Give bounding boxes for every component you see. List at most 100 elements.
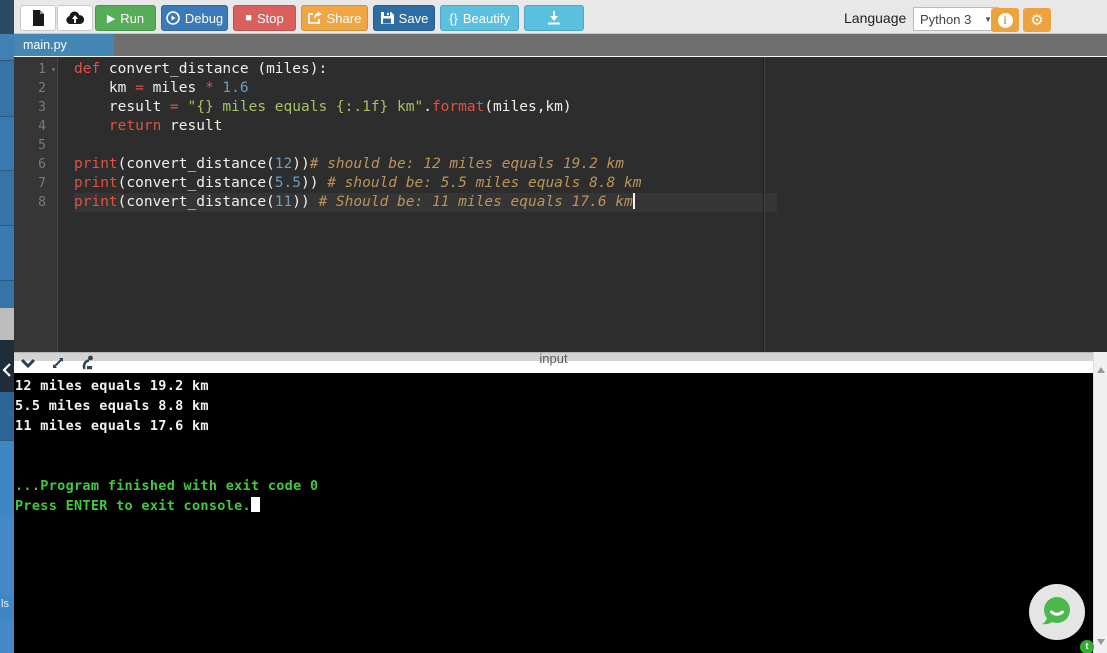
code-line[interactable]: km = miles * 1.6 — [74, 79, 777, 98]
console-cursor — [251, 497, 260, 512]
text-caret — [633, 193, 635, 209]
code-token: print — [74, 156, 118, 172]
language-select[interactable]: Python 3 ▼ — [913, 7, 999, 31]
run-button[interactable]: ▶ Run — [95, 5, 156, 31]
collapse-sidebar-button[interactable] — [0, 348, 14, 392]
code-token — [74, 118, 109, 134]
code-line[interactable] — [74, 136, 777, 155]
app-window: ls ▶ Run Debug ■ Stop — [0, 0, 1107, 653]
save-floppy-icon — [380, 11, 394, 25]
scrollbar-down-icon[interactable] — [1097, 639, 1105, 645]
sidebar-segment — [0, 170, 14, 225]
debug-button[interactable]: Debug — [161, 5, 228, 31]
console-expand-icon[interactable] — [50, 355, 66, 371]
new-file-button[interactable] — [20, 5, 56, 31]
beautify-button[interactable]: {} Beautify — [440, 5, 519, 31]
console-output-line — [15, 456, 1093, 476]
code-line[interactable]: def convert_distance (miles): — [74, 60, 777, 79]
line-number: 7 — [14, 174, 57, 193]
scrollbar-up-icon[interactable] — [1097, 367, 1105, 373]
code-token: * — [205, 80, 214, 96]
debug-play-circle-icon — [166, 11, 180, 25]
braces-icon: {} — [449, 11, 458, 26]
stop-square-icon: ■ — [245, 12, 252, 24]
sidebar-segment — [0, 622, 14, 653]
cloud-upload-icon — [66, 11, 84, 25]
language-selected-value: Python 3 — [920, 12, 971, 27]
code-token: )) — [292, 194, 318, 210]
settings-button[interactable]: ⚙ — [1023, 8, 1051, 32]
debug-button-label: Debug — [185, 11, 223, 26]
stdin-input-field[interactable] — [14, 361, 1093, 373]
console-output-line: 5.5 miles equals 8.8 km — [15, 396, 1093, 416]
console-output[interactable]: 12 miles equals 19.2 km5.5 miles equals … — [14, 373, 1093, 653]
upload-button[interactable] — [57, 5, 93, 31]
sidebar-partial-label[interactable]: ls — [1, 598, 9, 610]
run-button-label: Run — [120, 11, 144, 26]
download-button[interactable] — [524, 5, 584, 31]
code-token: = — [170, 99, 179, 115]
line-number: 3 — [14, 98, 57, 117]
language-label: Language — [844, 10, 906, 26]
code-pane[interactable]: def convert_distance (miles): km = miles… — [58, 57, 777, 352]
console-output-line — [15, 436, 1093, 456]
code-token: 5.5 — [275, 175, 301, 191]
code-token: 12 — [275, 156, 292, 172]
save-button-label: Save — [399, 11, 429, 26]
stop-button-label: Stop — [257, 11, 284, 26]
code-token: convert_distance (miles): — [100, 61, 327, 77]
share-button[interactable]: Share — [301, 5, 368, 31]
code-line[interactable]: return result — [74, 117, 777, 136]
code-token: )) — [301, 175, 327, 191]
info-icon: i — [998, 13, 1013, 28]
beautify-button-label: Beautify — [463, 11, 510, 26]
sidebar-segment — [0, 225, 14, 280]
console-toolbar — [20, 354, 96, 371]
tab-bar: main.py — [14, 34, 1107, 57]
sidebar-segment — [0, 518, 14, 595]
fold-marker-icon[interactable]: ▾ — [51, 60, 56, 79]
code-token: return — [109, 118, 161, 134]
sidebar-segment — [0, 0, 14, 34]
code-line[interactable]: result = "{} miles equals {:.1f} km".for… — [74, 98, 777, 117]
info-button[interactable]: i — [991, 8, 1019, 32]
code-token: (convert_distance( — [118, 175, 275, 191]
line-number: 5 — [14, 136, 57, 155]
code-editor[interactable]: 1▾2345678 def convert_distance (miles): … — [14, 57, 1107, 352]
chat-bubble-icon — [1037, 592, 1077, 632]
editor-split-divider[interactable] — [763, 57, 765, 352]
tab-main-py[interactable]: main.py — [14, 34, 114, 56]
code-token: (miles,km) — [484, 99, 571, 115]
code-token: )) — [292, 156, 309, 172]
gear-icon: ⚙ — [1030, 13, 1043, 28]
chat-widget-button[interactable] — [1029, 584, 1085, 640]
chat-badge[interactable]: t — [1080, 640, 1094, 653]
console-collapse-icon[interactable] — [20, 357, 36, 369]
console-status-line: ...Program finished with exit code 0 — [15, 476, 1093, 496]
console-status-line: Press ENTER to exit console. — [15, 496, 1093, 516]
save-button[interactable]: Save — [373, 5, 435, 31]
code-line[interactable]: print(convert_distance(5.5)) # should be… — [74, 174, 777, 193]
code-token: print — [74, 175, 118, 191]
code-line[interactable]: print(convert_distance(11)) # Should be:… — [74, 193, 777, 212]
code-token: (convert_distance( — [118, 156, 275, 172]
code-token: # should be: 5.5 miles equals 8.8 km — [327, 175, 641, 191]
chevron-left-icon — [2, 362, 12, 378]
sidebar-segment — [0, 440, 14, 518]
file-icon — [31, 10, 45, 26]
console-input-mode-icon[interactable] — [80, 354, 96, 371]
sidebar-segment — [0, 60, 14, 116]
code-token: result — [74, 99, 170, 115]
console-scrollbar[interactable] — [1093, 352, 1107, 653]
sidebar-segment — [0, 392, 14, 440]
code-token: print — [74, 194, 118, 210]
line-number: 2 — [14, 79, 57, 98]
code-token: # should be: 12 miles equals 19.2 km — [310, 156, 624, 172]
code-line[interactable]: print(convert_distance(12))# should be: … — [74, 155, 777, 174]
stop-button[interactable]: ■ Stop — [233, 5, 296, 31]
line-number: 4 — [14, 117, 57, 136]
console-output-line: 11 miles equals 17.6 km — [15, 416, 1093, 436]
sidebar-segment — [0, 34, 14, 60]
console-splitter-bar[interactable] — [14, 352, 1093, 361]
line-number: 6 — [14, 155, 57, 174]
